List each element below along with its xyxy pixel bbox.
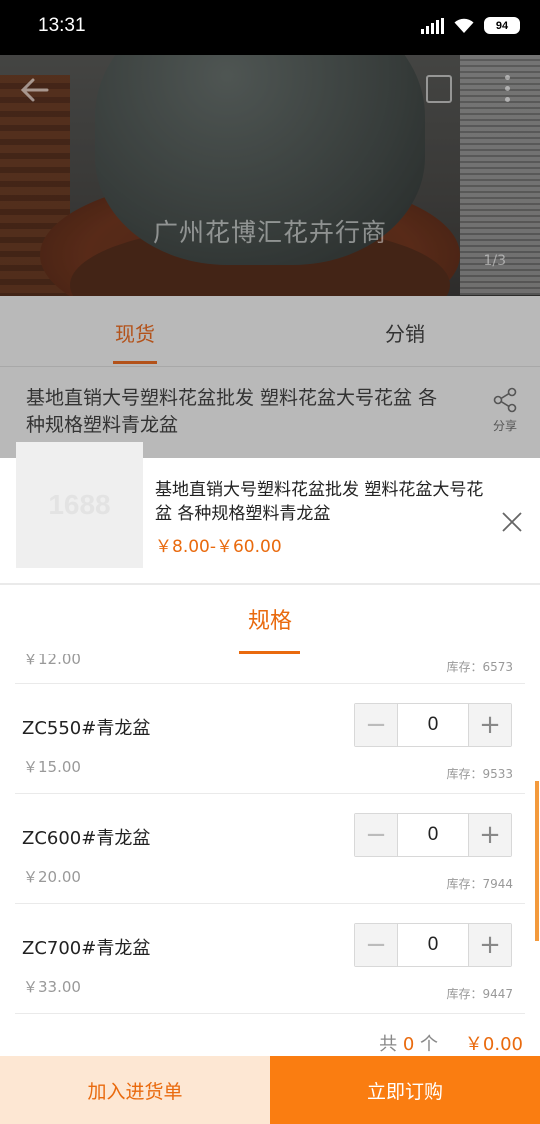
item-name: ZC550#青龙盆 [22,718,151,739]
quantity-stepper: − 0 + [354,703,512,747]
count-value: 0 [402,1034,415,1055]
list-item: ZC700#青龙盆 ￥33.00 − 0 + 库存：9447 [15,904,525,1014]
add-to-cart-button[interactable]: 加入进货单 [0,1056,270,1124]
decrement-button[interactable]: − [355,704,397,746]
count-unit: 个 [420,1034,438,1055]
signal-icon [421,17,444,34]
divider [0,583,540,585]
more-icon[interactable] [505,75,510,102]
clipboard-icon[interactable] [426,75,452,103]
item-price: ￥15.00 [23,758,81,776]
decrement-button[interactable]: − [355,814,397,856]
item-name: ZC700#青龙盆 [22,938,151,959]
page-tabs: 现货 分销 [0,296,540,366]
item-stock: 库存：6573 [446,660,513,674]
back-arrow-icon[interactable] [18,73,52,107]
image-watermark: 广州花博汇花卉行商 [152,218,387,247]
quantity-input[interactable]: 0 [397,924,469,966]
list-item: ZC600#青龙盆 ￥20.00 − 0 + 库存：7944 [15,794,525,904]
decrement-button[interactable]: − [355,924,397,966]
sheet-price-range: ￥8.00-￥60.00 [155,537,282,557]
increment-button[interactable]: + [469,924,511,966]
item-price: ￥33.00 [23,978,81,996]
total-price: ￥0.00 [464,1034,523,1055]
status-bar: 13:31 94 [0,0,540,55]
total-count: 共 0 个 [379,1030,438,1056]
wifi-icon [454,18,474,33]
close-icon[interactable] [500,510,524,534]
quantity-input[interactable]: 0 [397,814,469,856]
item-name: ZC600#青龙盆 [22,828,151,849]
spec-bottom-sheet: 1688 基地直销大号塑料花盆批发 塑料花盆大号花盆 各种规格塑料青龙盆 ￥8.… [0,442,540,1124]
tab-distribution[interactable]: 分销 [270,296,540,366]
quantity-stepper: − 0 + [354,813,512,857]
product-thumbnail: 1688 [16,442,143,568]
list-item: ZC550#青龙盆 ￥15.00 − 0 + 库存：9533 [15,684,525,794]
buy-now-button[interactable]: 立即订购 [270,1056,540,1124]
count-prefix: 共 [379,1034,398,1055]
share-label: 分享 [492,419,517,433]
order-summary: 共 0 个 ￥0.00 [0,1024,540,1056]
page-product-title: 基地直销大号塑料花盆批发 塑料花盆大号花盆 各种规格塑料青龙盆 [26,387,438,436]
battery-icon: 94 [484,17,520,34]
item-stock: 库存：9447 [446,987,513,1001]
share-icon [493,387,517,413]
sheet-product-title: 基地直销大号塑料花盆批发 塑料花盆大号花盆 各种规格塑料青龙盆 [155,480,484,524]
increment-button[interactable]: + [469,814,511,856]
tab-spec[interactable]: 规格 [0,603,540,635]
spec-list[interactable]: ￥12.00 库存：6573 ZC550#青龙盆 ￥15.00 − 0 + 库存… [0,654,540,1056]
increment-button[interactable]: + [469,704,511,746]
product-image-carousel[interactable]: 广州花博汇花卉行商 1/3 [0,55,540,296]
item-stock: 库存：9533 [446,767,513,781]
status-time: 13:31 [38,15,86,36]
item-price: ￥12.00 [23,654,81,668]
action-bar: 加入进货单 立即订购 [0,1056,540,1124]
share-button[interactable]: 分享 [490,387,520,434]
quantity-stepper: − 0 + [354,923,512,967]
scrollbar[interactable] [535,781,539,941]
list-item: ￥12.00 库存：6573 [15,654,525,684]
item-price: ￥20.00 [23,868,81,886]
item-stock: 库存：7944 [446,877,513,891]
tab-in-stock[interactable]: 现货 [0,296,270,366]
image-counter: 1/3 [483,253,506,269]
quantity-input[interactable]: 0 [397,704,469,746]
